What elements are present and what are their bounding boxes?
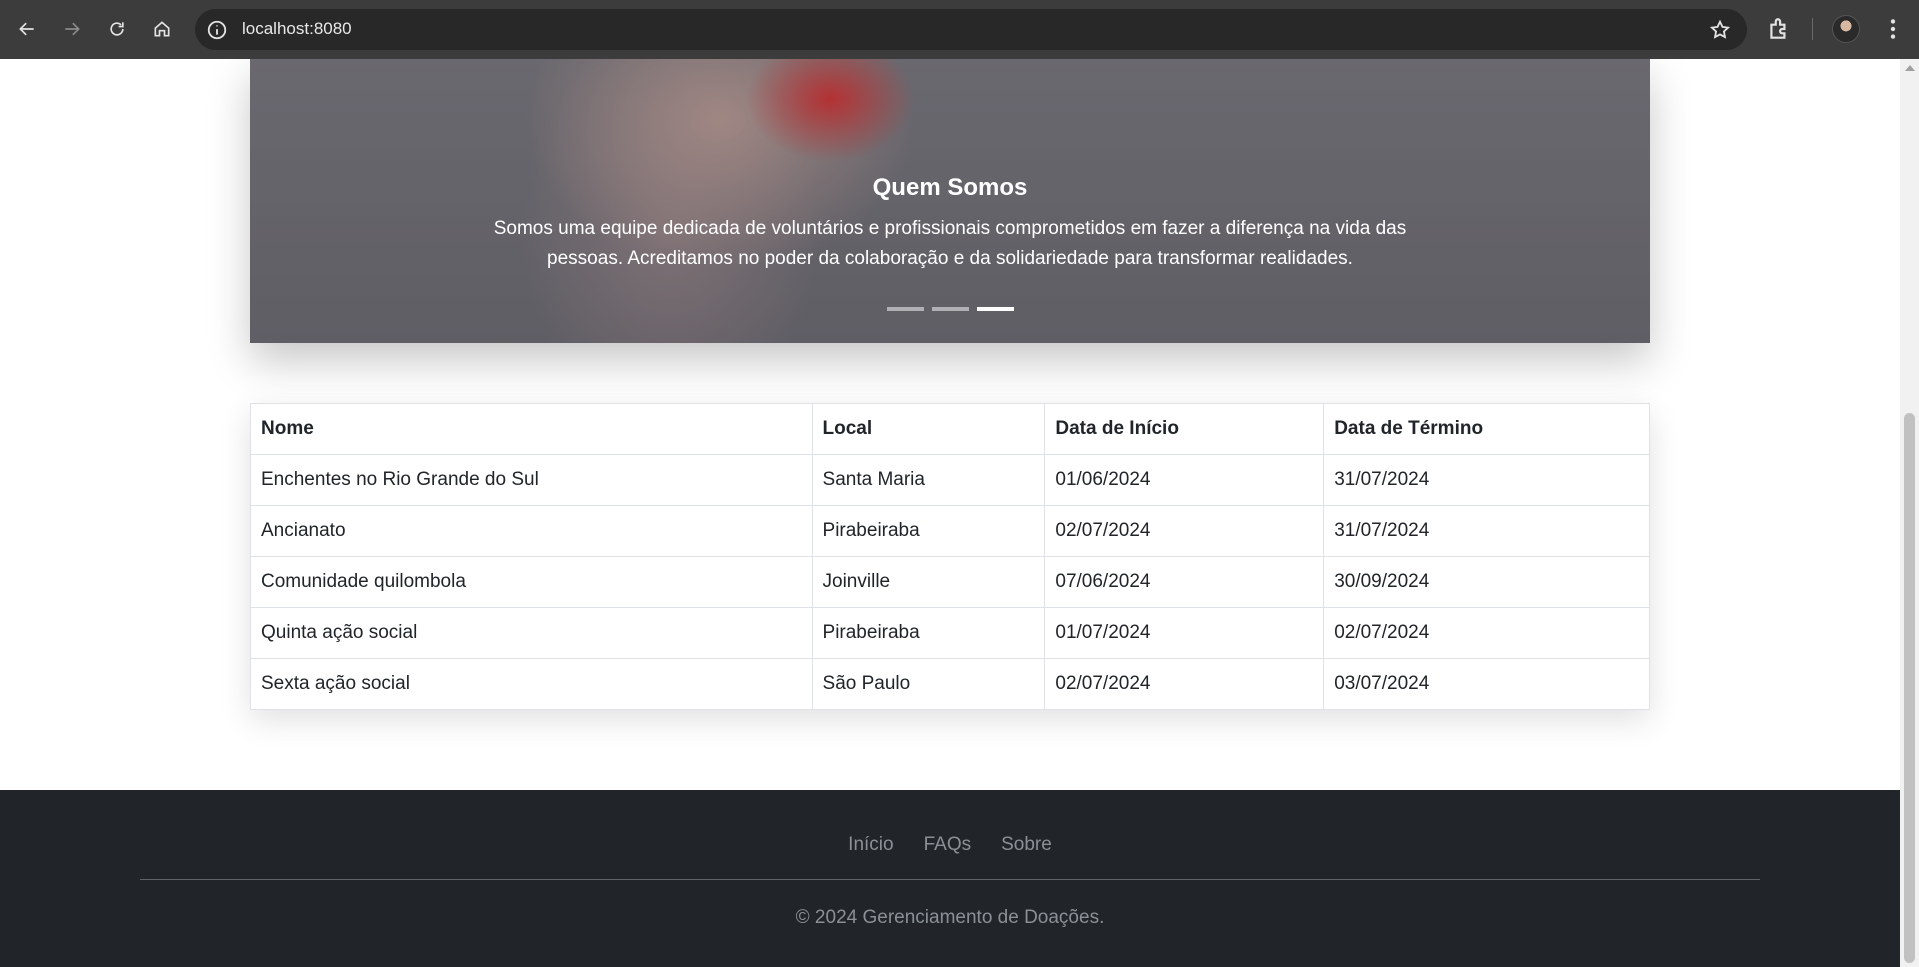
forward-icon[interactable] — [54, 10, 90, 48]
table-row: Enchentes no Rio Grande do Sul Santa Mar… — [250, 454, 1650, 506]
home-icon[interactable] — [144, 10, 180, 48]
table-row: Quinta ação social Pirabeiraba 01/07/202… — [250, 607, 1650, 659]
more-menu-icon[interactable] — [1880, 16, 1906, 42]
cell-local: Pirabeiraba — [811, 505, 1046, 557]
table-row: Comunidade quilombola Joinville 07/06/20… — [250, 556, 1650, 608]
table-row: Sexta ação social São Paulo 02/07/2024 0… — [250, 658, 1650, 710]
actions-table: Nome Local Data de Início Data de Términ… — [250, 403, 1650, 710]
footer-divider — [140, 879, 1760, 880]
cell-data-termino: 30/09/2024 — [1323, 556, 1650, 608]
table-row: Ancianato Pirabeiraba 02/07/2024 31/07/2… — [250, 505, 1650, 557]
profile-avatar[interactable] — [1832, 15, 1860, 43]
cell-data-termino: 03/07/2024 — [1323, 658, 1650, 710]
scroll-up-arrow-icon[interactable] — [1905, 65, 1915, 71]
carousel-caption: Quem Somos Somos uma equipe dedicada de … — [250, 174, 1650, 274]
cell-local: São Paulo — [811, 658, 1046, 710]
carousel-text: Somos uma equipe dedicada de voluntários… — [493, 218, 1407, 269]
back-icon[interactable] — [9, 10, 45, 48]
carousel: Quem Somos Somos uma equipe dedicada de … — [250, 59, 1650, 343]
cell-data-inicio: 01/07/2024 — [1044, 607, 1325, 659]
header-local: Local — [811, 403, 1046, 455]
footer-copyright: © 2024 Gerenciamento de Doações. — [795, 907, 1105, 928]
carousel-indicator[interactable] — [886, 307, 924, 311]
cell-data-inicio: 07/06/2024 — [1044, 556, 1325, 608]
site-info-icon[interactable] — [206, 19, 228, 41]
header-data-inicio: Data de Início — [1044, 403, 1325, 455]
toolbar-separator — [1812, 18, 1813, 40]
page-viewport: Quem Somos Somos uma equipe dedicada de … — [0, 59, 1900, 967]
cell-nome: Comunidade quilombola — [250, 556, 813, 608]
cell-local: Joinville — [811, 556, 1046, 608]
footer-link-sobre[interactable]: Sobre — [1001, 834, 1052, 856]
cell-nome: Ancianato — [250, 505, 813, 557]
extensions-icon[interactable] — [1766, 16, 1792, 42]
footer-nav: Início FAQs Sobre — [0, 834, 1900, 856]
cell-local: Santa Maria — [811, 454, 1046, 506]
page-scrollbar[interactable] — [1900, 59, 1919, 967]
header-nome: Nome — [250, 403, 813, 455]
footer-link-inicio[interactable]: Início — [848, 834, 893, 856]
header-data-termino: Data de Término — [1323, 403, 1650, 455]
url-text[interactable]: localhost:8080 — [242, 19, 352, 39]
carousel-indicators — [250, 307, 1650, 311]
cell-nome: Sexta ação social — [250, 658, 813, 710]
cell-nome: Quinta ação social — [250, 607, 813, 659]
scroll-thumb[interactable] — [1904, 413, 1915, 963]
cell-data-inicio: 02/07/2024 — [1044, 658, 1325, 710]
cell-data-inicio: 01/06/2024 — [1044, 454, 1325, 506]
browser-toolbar: localhost:8080 — [0, 0, 1919, 59]
footer-link-faqs[interactable]: FAQs — [924, 834, 972, 856]
reload-icon[interactable] — [99, 10, 135, 48]
cell-local: Pirabeiraba — [811, 607, 1046, 659]
actions-table-card: Nome Local Data de Início Data de Términ… — [250, 403, 1650, 710]
cell-data-termino: 31/07/2024 — [1323, 505, 1650, 557]
carousel-indicator[interactable] — [976, 307, 1014, 311]
cell-data-inicio: 02/07/2024 — [1044, 505, 1325, 557]
cell-nome: Enchentes no Rio Grande do Sul — [250, 454, 813, 506]
cell-data-termino: 31/07/2024 — [1323, 454, 1650, 506]
table-header-row: Nome Local Data de Início Data de Términ… — [250, 403, 1650, 455]
address-bar[interactable]: localhost:8080 — [195, 9, 1747, 50]
carousel-indicator[interactable] — [931, 307, 969, 311]
cell-data-termino: 02/07/2024 — [1323, 607, 1650, 659]
bookmark-star-icon[interactable] — [1709, 19, 1731, 41]
carousel-title: Quem Somos — [872, 174, 1028, 201]
page-footer: Início FAQs Sobre © 2024 Gerenciamento d… — [0, 790, 1900, 967]
